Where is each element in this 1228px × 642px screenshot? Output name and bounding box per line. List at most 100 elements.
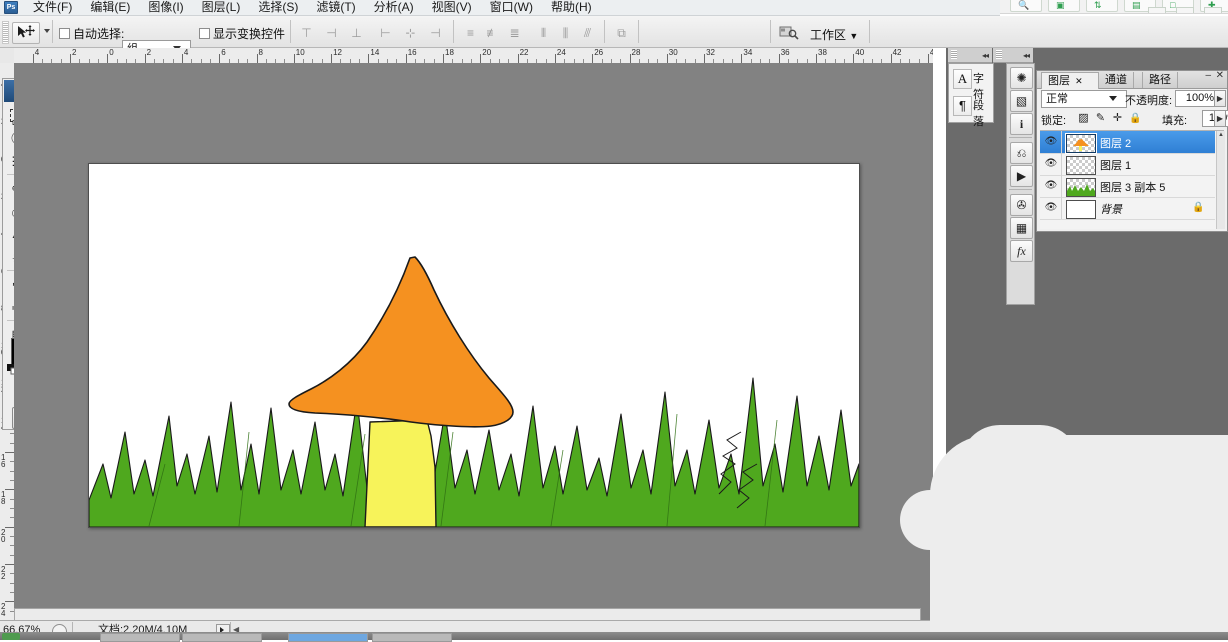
ruler-label: 42 bbox=[893, 48, 902, 57]
layer-thumbnail[interactable] bbox=[1066, 156, 1096, 175]
minimize-panel-icon[interactable]: – bbox=[1205, 70, 1211, 81]
ruler-tick-major bbox=[5, 564, 14, 565]
table-row[interactable]: 👁 背景 🔒 bbox=[1040, 197, 1215, 220]
layer-thumbnail[interactable] bbox=[1066, 200, 1096, 219]
opacity-stepper[interactable]: ▶ bbox=[1214, 90, 1226, 107]
collapse-dock-icon-1[interactable]: ◂◂ bbox=[982, 51, 988, 60]
taskbar-item-3[interactable] bbox=[288, 633, 368, 642]
distribute-right-edges-button[interactable]: ⫻ bbox=[577, 23, 598, 43]
fill-stepper[interactable]: ▶ bbox=[1214, 110, 1226, 127]
options-divider-3 bbox=[453, 20, 454, 43]
dock-grip-2[interactable] bbox=[996, 50, 1002, 59]
layers-scrollbar[interactable]: ▲ bbox=[1216, 131, 1225, 229]
align-right-edges-button[interactable]: ⊣ bbox=[425, 23, 446, 43]
tab-character[interactable]: A 字符 bbox=[951, 66, 991, 91]
icon-dock-header[interactable]: ◂◂ bbox=[993, 48, 1033, 63]
row-divider bbox=[1061, 153, 1062, 175]
swatches-icon[interactable]: ▦ bbox=[1010, 217, 1033, 239]
ruler-origin-corner[interactable] bbox=[0, 48, 15, 64]
menu-image[interactable]: 图像(I) bbox=[139, 0, 192, 15]
history-icon[interactable]: ⎌ bbox=[1010, 142, 1033, 164]
blend-mode-row: 正常 不透明度: 100% ▶ bbox=[1037, 89, 1227, 108]
ruler-tick-major bbox=[480, 54, 481, 63]
lock-position-icon[interactable]: ✛ bbox=[1111, 112, 1124, 125]
tab-paragraph[interactable]: ¶ 段落 bbox=[951, 93, 991, 118]
visibility-eye-icon[interactable]: 👁 bbox=[1044, 158, 1058, 170]
close-panel-icon[interactable]: ✕ bbox=[1216, 70, 1224, 81]
taskbar-item-4[interactable] bbox=[372, 633, 452, 642]
lock-image-pixels-icon[interactable]: ✎ bbox=[1094, 112, 1107, 125]
table-row[interactable]: 👁 图层 1 bbox=[1040, 153, 1215, 176]
layer-name: 图层 3 副本 5 bbox=[1100, 179, 1165, 195]
menu-file[interactable]: 文件(F) bbox=[24, 0, 81, 15]
auto-select-checkbox[interactable] bbox=[59, 28, 70, 39]
scroll-up-icon[interactable]: ▲ bbox=[1217, 131, 1225, 139]
move-tool-icon[interactable] bbox=[12, 22, 40, 44]
photoshop-logo-icon: Ps bbox=[4, 1, 18, 14]
opacity-input[interactable]: 100% bbox=[1175, 90, 1218, 107]
windows-taskbar bbox=[0, 632, 1228, 640]
navigator-icon[interactable]: ✺ bbox=[1010, 67, 1033, 89]
menu-select[interactable]: 选择(S) bbox=[249, 0, 307, 15]
visibility-eye-icon[interactable]: 👁 bbox=[1044, 136, 1058, 148]
distribute-horizontal-centers-button[interactable]: ⫼ bbox=[555, 23, 576, 43]
start-button[interactable] bbox=[2, 633, 20, 640]
document-canvas[interactable] bbox=[88, 163, 860, 528]
align-bottom-edges-button[interactable]: ⊥ bbox=[346, 23, 367, 43]
histogram-icon[interactable]: ▧ bbox=[1010, 90, 1033, 112]
visibility-eye-icon[interactable]: 👁 bbox=[1044, 202, 1058, 214]
table-row[interactable]: 👁 图层 2 bbox=[1040, 131, 1215, 154]
taskbar-item-2[interactable] bbox=[182, 633, 262, 642]
tab-layers[interactable]: 图层 ✕ bbox=[1041, 72, 1099, 89]
horizontal-ruler[interactable]: 4202468101214161820222426283032343638404… bbox=[14, 48, 933, 64]
options-bar-grip[interactable] bbox=[2, 21, 9, 44]
auto-align-layers-button[interactable]: ⧉ bbox=[611, 23, 632, 43]
menu-view[interactable]: 视图(V) bbox=[423, 0, 481, 15]
align-vertical-centers-button[interactable]: ⊣ bbox=[321, 23, 342, 43]
menu-edit[interactable]: 编辑(E) bbox=[81, 0, 139, 15]
tab-close-icon[interactable]: ✕ bbox=[1075, 76, 1083, 86]
ruler-label: 4 bbox=[35, 48, 39, 57]
layer-thumbnail[interactable] bbox=[1066, 134, 1096, 153]
show-transform-checkbox[interactable] bbox=[199, 28, 210, 39]
align-left-edges-button[interactable]: ⊢ bbox=[375, 23, 396, 43]
host-minimize-button[interactable] bbox=[1148, 7, 1166, 14]
host-icon-3[interactable] bbox=[1086, 0, 1118, 12]
taskbar-item-1[interactable] bbox=[100, 633, 180, 642]
align-top-edges-button[interactable]: ⊤ bbox=[296, 23, 317, 43]
align-horizontal-centers-button[interactable]: ⊹ bbox=[400, 23, 421, 43]
distribute-bottom-edges-button[interactable]: ≣ bbox=[504, 23, 525, 43]
tool-preset-chevron-down-icon[interactable] bbox=[44, 29, 50, 33]
lock-all-icon[interactable]: 🔒 bbox=[1129, 112, 1142, 125]
layers-list[interactable]: 👁 图层 2 👁 图层 1 👁 图层 3 副本 5 👁 背景 bbox=[1040, 130, 1224, 229]
distribute-vertical-centers-button[interactable]: ≢ bbox=[482, 23, 503, 43]
character-dock-header[interactable]: ◂◂ bbox=[948, 48, 992, 63]
lock-transparent-pixels-icon[interactable]: ▨ bbox=[1077, 112, 1090, 125]
color-icon[interactable]: ✇ bbox=[1010, 194, 1033, 216]
workspace-preset-icon[interactable] bbox=[779, 24, 799, 41]
menu-analysis[interactable]: 分析(A) bbox=[365, 0, 423, 15]
chevron-down-icon[interactable] bbox=[1109, 96, 1117, 101]
table-row[interactable]: 👁 图层 3 副本 5 bbox=[1040, 175, 1215, 198]
styles-icon[interactable]: fx bbox=[1010, 240, 1033, 262]
distribute-left-edges-button[interactable]: ⦀ bbox=[533, 23, 554, 43]
visibility-eye-icon[interactable]: 👁 bbox=[1044, 180, 1058, 192]
info-icon[interactable]: i bbox=[1010, 113, 1033, 135]
ruler-label: 40 bbox=[855, 48, 864, 57]
host-close-button[interactable] bbox=[1204, 7, 1222, 14]
menu-help[interactable]: 帮助(H) bbox=[542, 0, 601, 15]
dock-grip-1[interactable] bbox=[951, 50, 957, 59]
menu-window[interactable]: 窗口(W) bbox=[481, 0, 542, 15]
actions-icon[interactable]: ▶ bbox=[1010, 165, 1033, 187]
layer-thumbnail[interactable] bbox=[1066, 178, 1096, 197]
tab-layers-label: 图层 bbox=[1048, 75, 1070, 87]
collapse-dock-icon-2[interactable]: ◂◂ bbox=[1023, 51, 1029, 60]
tab-channels[interactable]: 通道 bbox=[1098, 72, 1134, 88]
distribute-top-edges-button[interactable]: ≡ bbox=[460, 23, 481, 43]
menu-filter[interactable]: 滤镜(T) bbox=[307, 0, 364, 15]
menu-layer[interactable]: 图层(L) bbox=[193, 0, 250, 15]
workspace-button[interactable]: 工作区 ▼ bbox=[810, 26, 858, 43]
tab-paths[interactable]: 路径 bbox=[1142, 72, 1178, 88]
host-restore-button[interactable] bbox=[1176, 7, 1194, 14]
lock-label: 锁定: bbox=[1041, 112, 1066, 128]
